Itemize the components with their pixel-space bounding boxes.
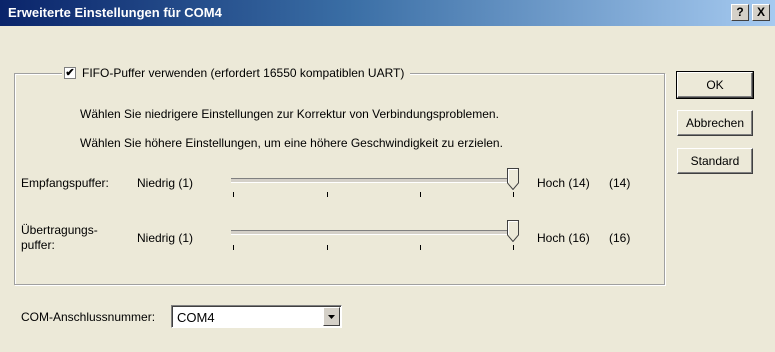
receive-buffer-min-label: Niedrig (1) <box>137 176 194 190</box>
transmit-buffer-tick <box>233 245 234 250</box>
transmit-buffer-tick <box>513 245 514 250</box>
receive-buffer-tick <box>327 192 328 197</box>
hint-higher-settings: Wählen Sie höhere Einstellungen, um eine… <box>80 136 503 150</box>
receive-buffer-max-label: Hoch (14) <box>537 176 590 190</box>
com-port-select[interactable]: COM4 <box>171 305 342 328</box>
title-bar: Erweiterte Einstellungen für COM4 ? X <box>0 0 775 26</box>
com-port-selected-value: COM4 <box>177 310 215 325</box>
receive-buffer-tick <box>233 192 234 197</box>
dropdown-arrow-button[interactable] <box>323 307 340 326</box>
receive-buffer-tick <box>513 192 514 197</box>
transmit-buffer-label-line1: Übertragungs- <box>21 223 98 237</box>
advanced-settings-dialog: Erweiterte Einstellungen für COM4 ? X ✔ … <box>0 0 775 352</box>
close-button[interactable]: X <box>752 4 770 21</box>
transmit-buffer-label-line2: puffer: <box>21 238 55 252</box>
transmit-buffer-tick <box>420 245 421 250</box>
default-button[interactable]: Standard <box>677 148 753 174</box>
com-port-label: COM-Anschlussnummer: <box>21 310 156 324</box>
receive-buffer-track[interactable] <box>231 178 516 183</box>
transmit-buffer-min-label: Niedrig (1) <box>137 231 194 245</box>
cancel-button[interactable]: Abbrechen <box>677 110 753 136</box>
fifo-legend: ✔ FIFO-Puffer verwenden (erfordert 16550… <box>62 63 411 83</box>
chevron-down-icon <box>328 315 335 319</box>
receive-buffer-thumb[interactable] <box>507 168 519 190</box>
receive-buffer-value: (14) <box>609 176 631 190</box>
transmit-buffer-value: (16) <box>609 231 631 245</box>
receive-buffer-label: Empfangspuffer: <box>21 176 109 190</box>
receive-buffer-tick <box>420 192 421 197</box>
fifo-checkbox[interactable]: ✔ <box>64 67 76 79</box>
fifo-checkbox-label[interactable]: FIFO-Puffer verwenden (erfordert 16550 k… <box>82 66 404 80</box>
help-button[interactable]: ? <box>731 4 749 21</box>
transmit-buffer-thumb[interactable] <box>507 220 519 242</box>
hint-lower-settings: Wählen Sie niedrigere Einstellungen zur … <box>80 107 499 121</box>
ok-button[interactable]: OK <box>676 71 754 99</box>
transmit-buffer-max-label: Hoch (16) <box>537 231 590 245</box>
transmit-buffer-tick <box>327 245 328 250</box>
window-title: Erweiterte Einstellungen für COM4 <box>8 5 222 20</box>
transmit-buffer-track[interactable] <box>231 230 516 235</box>
